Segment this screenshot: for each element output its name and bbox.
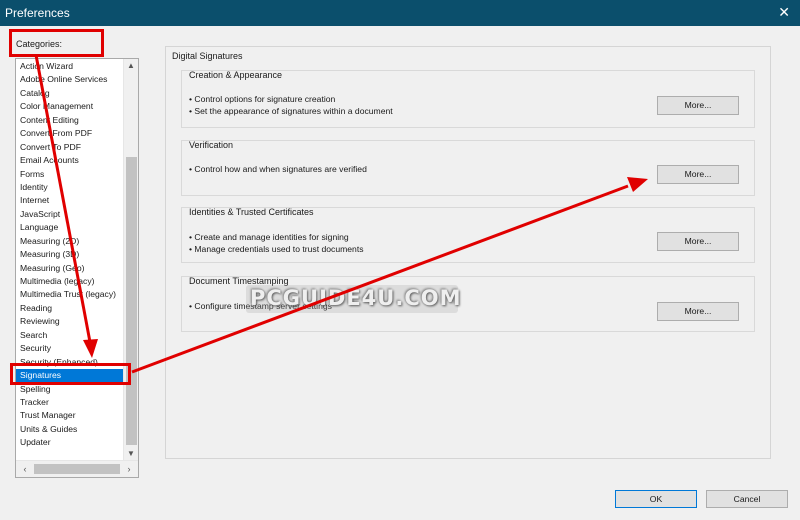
annotation-arrows [34, 54, 648, 374]
arrow-head-down [83, 339, 98, 358]
arrow-line-right [131, 184, 629, 374]
arrow-head-right [627, 177, 648, 192]
arrow-line-down [34, 54, 92, 343]
